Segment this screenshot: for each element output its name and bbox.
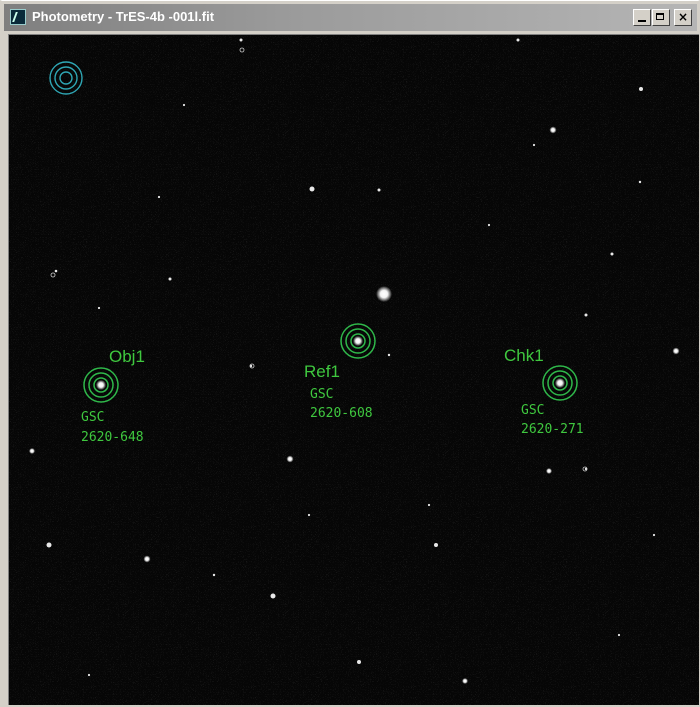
target-star bbox=[555, 378, 565, 388]
target-label-ref1: Ref1 bbox=[304, 362, 340, 381]
target-star bbox=[353, 336, 363, 346]
field-star bbox=[672, 347, 680, 355]
field-star bbox=[54, 269, 58, 273]
field-star bbox=[29, 448, 35, 454]
field-star bbox=[487, 223, 491, 227]
target-star bbox=[96, 380, 106, 390]
field-star bbox=[357, 660, 361, 664]
field-star bbox=[376, 286, 392, 302]
field-star bbox=[157, 195, 161, 199]
app-icon[interactable] bbox=[10, 9, 26, 25]
field-star bbox=[584, 313, 588, 317]
maximize-icon bbox=[656, 13, 664, 20]
field-star bbox=[617, 633, 621, 637]
field-star bbox=[516, 38, 520, 42]
catalog-id-obj1: 2620-648 bbox=[81, 430, 144, 445]
star-field-image[interactable]: Obj1 GSC 2620-648 Ref1 GSC 2620-608 Chk1… bbox=[8, 34, 699, 705]
catalog-name-obj1: GSC bbox=[81, 410, 104, 425]
star-field-canvas[interactable]: Obj1 GSC 2620-648 Ref1 GSC 2620-608 Chk1… bbox=[9, 35, 699, 705]
field-star bbox=[377, 188, 381, 192]
target-label-chk1: Chk1 bbox=[504, 346, 544, 365]
field-star bbox=[239, 38, 243, 42]
field-star bbox=[97, 306, 101, 310]
field-star bbox=[549, 126, 557, 134]
field-star bbox=[639, 87, 643, 91]
field-star bbox=[168, 277, 172, 281]
close-button[interactable]: × bbox=[674, 9, 692, 26]
sky-noise bbox=[9, 35, 699, 705]
field-star bbox=[309, 186, 315, 192]
catalog-name-ref1: GSC bbox=[310, 387, 333, 402]
window-title: Photometry - TrES-4b -001l.fit bbox=[32, 9, 215, 24]
field-star bbox=[270, 593, 276, 599]
field-star bbox=[427, 503, 431, 507]
field-star bbox=[546, 468, 552, 474]
field-star bbox=[387, 353, 391, 357]
field-star bbox=[307, 513, 311, 517]
field-star bbox=[212, 573, 216, 577]
catalog-id-chk1: 2620-271 bbox=[521, 422, 584, 437]
field-star bbox=[462, 678, 468, 684]
aperture-chk1[interactable] bbox=[542, 365, 578, 401]
field-star bbox=[286, 455, 294, 463]
minimize-button[interactable] bbox=[633, 9, 651, 26]
field-star bbox=[652, 533, 656, 537]
maximize-button[interactable] bbox=[652, 9, 670, 26]
field-star bbox=[532, 143, 536, 147]
field-star bbox=[434, 543, 438, 547]
photometry-window: Photometry - TrES-4b -001l.fit × Obj1 GS… bbox=[0, 0, 700, 707]
catalog-id-ref1: 2620-608 bbox=[310, 406, 373, 421]
field-star bbox=[638, 180, 642, 184]
field-star bbox=[143, 555, 151, 563]
title-bar[interactable]: Photometry - TrES-4b -001l.fit × bbox=[4, 4, 697, 31]
aperture-obj1[interactable] bbox=[83, 367, 119, 403]
aperture-ref1[interactable] bbox=[340, 323, 376, 359]
field-star bbox=[182, 103, 186, 107]
field-star bbox=[610, 252, 614, 256]
catalog-name-chk1: GSC bbox=[521, 403, 544, 418]
field-star bbox=[87, 673, 91, 677]
field-star bbox=[46, 542, 52, 548]
minimize-icon bbox=[638, 20, 646, 22]
target-label-obj1: Obj1 bbox=[109, 347, 145, 366]
